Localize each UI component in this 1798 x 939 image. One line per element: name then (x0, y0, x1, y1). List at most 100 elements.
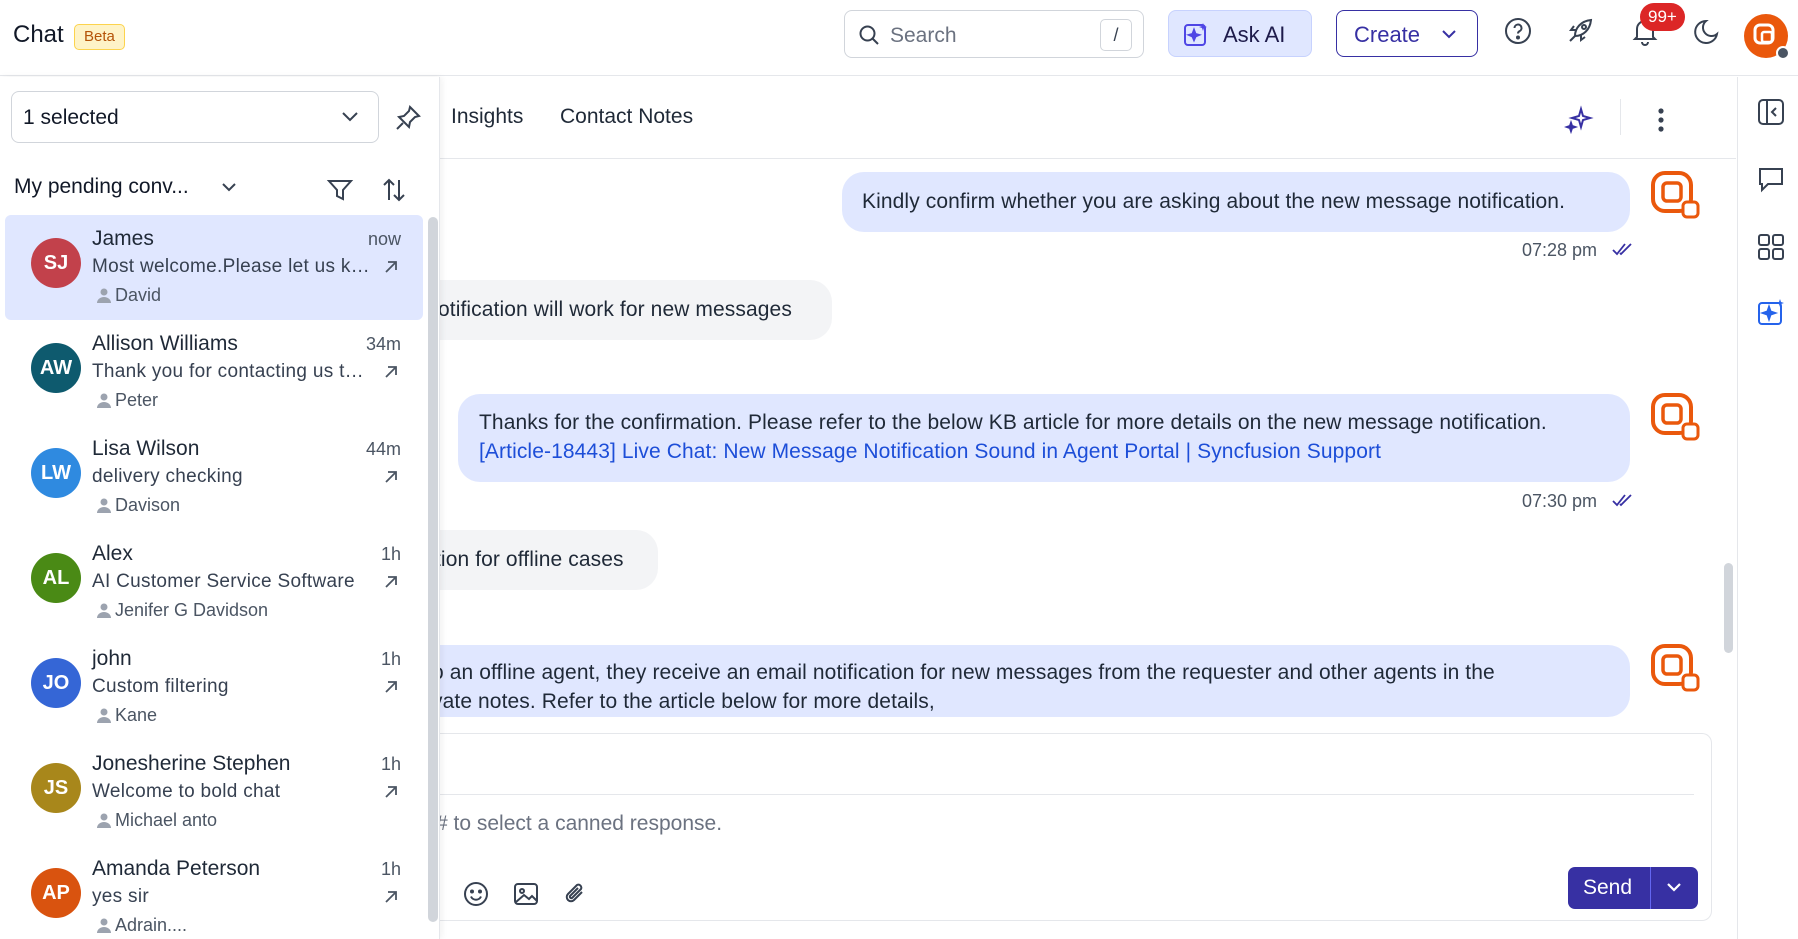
agent-name: David (115, 285, 162, 305)
conversation-preview: delivery checking (92, 466, 243, 487)
message-text: tion for offline cases (435, 548, 624, 571)
composer-input[interactable]: # to select a canned response. (436, 812, 722, 836)
conversation-time: 44m (365, 439, 401, 459)
person-icon (97, 707, 111, 723)
chat-bubble-icon[interactable] (1756, 164, 1786, 194)
send-label: Send (1583, 876, 1633, 899)
chat-scrollbar[interactable] (1724, 563, 1733, 653)
apps-grid-icon[interactable] (1756, 232, 1786, 262)
person-icon (97, 392, 111, 408)
conversation-name: Amanda Peterson (92, 857, 261, 880)
search-icon (857, 23, 881, 47)
top-bar: Chat Beta Search / Ask AI Create 99+ (0, 0, 1798, 76)
conversation-list-scrollbar[interactable] (428, 217, 438, 922)
message-text: o an offline agent, they receive an emai… (432, 661, 1495, 684)
more-options-icon[interactable] (1654, 105, 1668, 135)
message-text: Thanks for the confirmation. Please refe… (479, 411, 1547, 434)
conversation-name: Alex (92, 542, 133, 565)
conversation-list: SJ James now Most welcome.Please let us … (5, 215, 423, 939)
conversation-item[interactable]: LW Lisa Wilson 44m delivery checking Dav… (5, 425, 423, 530)
message-bubble-outgoing: o an offline agent, they receive an emai… (390, 645, 1630, 717)
search-input[interactable]: Search / (844, 10, 1144, 58)
notification-count-badge: 99+ (1640, 3, 1685, 31)
conversation-item[interactable]: JO john 1h Custom filtering Kane (5, 635, 423, 740)
filter-funnel-icon[interactable] (326, 176, 354, 204)
collapse-panel-icon[interactable] (1756, 97, 1786, 127)
conversation-preview: yes sir (92, 886, 149, 907)
avatar: JS (31, 763, 81, 813)
rocket-icon[interactable] (1565, 16, 1595, 46)
agent-name: Kane (115, 705, 158, 725)
ask-ai-button[interactable]: Ask AI (1168, 10, 1312, 57)
search-shortcut-key: / (1100, 19, 1132, 51)
assigned-agent: Kane (97, 705, 157, 726)
conversation-item[interactable]: AL Alex 1h AI Customer Service Software … (5, 530, 423, 635)
create-button[interactable]: Create (1336, 10, 1478, 57)
agent-name: Peter (115, 390, 159, 410)
person-icon (97, 602, 111, 618)
chevron-down-icon (340, 108, 360, 126)
message-bubble-outgoing: Thanks for the confirmation. Please refe… (458, 394, 1630, 482)
conversation-name: James (92, 227, 154, 250)
conversation-preview: Custom filtering (92, 676, 229, 697)
divider (1650, 867, 1651, 909)
avatar: AW (31, 343, 81, 393)
pin-icon[interactable] (394, 104, 422, 132)
right-rail (1737, 77, 1798, 939)
conversation-time: 1h (380, 544, 401, 564)
assigned-agent: Jenifer G Davidson (97, 600, 268, 621)
conversation-preview: Thank you for contacting us today (92, 361, 372, 382)
image-upload-icon[interactable] (512, 880, 540, 908)
arrow-up-right-icon (383, 259, 399, 275)
message-text: Kindly confirm whether you are asking ab… (862, 190, 1566, 213)
conversation-item[interactable]: JS Jonesherine Stephen 1h Welcome to bol… (5, 740, 423, 845)
ai-assistant-icon[interactable] (1756, 298, 1786, 328)
chevron-down-icon[interactable] (220, 180, 238, 196)
tab-insights[interactable]: Insights (451, 105, 523, 129)
message-timestamp: 07:30 pm (1522, 491, 1598, 511)
app-title: Chat (13, 21, 64, 48)
selection-label: 1 selected (23, 106, 119, 129)
assigned-agent: Michael anto (97, 810, 217, 831)
agent-avatar-icon (1650, 643, 1700, 692)
assigned-agent: Adrain.... (97, 915, 187, 936)
divider (1620, 99, 1621, 135)
conversation-filter-title[interactable]: My pending conv... (14, 175, 189, 199)
help-icon[interactable] (1503, 16, 1533, 46)
create-label: Create (1354, 22, 1421, 47)
person-icon (97, 287, 111, 303)
agent-avatar-icon (1650, 170, 1700, 219)
conversation-item[interactable]: AP Amanda Peterson 1h yes sir Adrain.... (5, 845, 423, 939)
conversation-time: now (367, 229, 401, 249)
selection-dropdown[interactable]: 1 selected (11, 91, 379, 143)
kb-article-link[interactable]: [Article-18443] Live Chat: New Message N… (479, 440, 1381, 463)
message-bubble-outgoing: Kindly confirm whether you are asking ab… (842, 172, 1630, 232)
conversation-item[interactable]: AW Allison Williams 34m Thank you for co… (5, 320, 423, 425)
user-avatar[interactable] (1744, 14, 1790, 60)
emoji-icon[interactable] (462, 880, 490, 908)
attachment-icon[interactable] (562, 880, 590, 908)
avatar: JO (31, 658, 81, 708)
conversation-name: Jonesherine Stephen (92, 752, 291, 775)
sort-icon[interactable] (380, 176, 408, 204)
chevron-down-icon[interactable] (1664, 880, 1684, 896)
agent-name: Adrain.... (115, 915, 188, 935)
person-icon (97, 812, 111, 828)
moon-icon[interactable] (1693, 16, 1723, 46)
conversation-preview: Welcome to bold chat (92, 781, 281, 802)
conversation-item[interactable]: SJ James now Most welcome.Please let us … (5, 215, 423, 320)
assigned-agent: David (97, 285, 161, 306)
avatar: SJ (31, 238, 81, 288)
send-button[interactable]: Send (1568, 867, 1698, 909)
message-text: vate notes. Refer to the article below f… (432, 690, 935, 713)
ai-assist-sparkle-icon[interactable] (1564, 104, 1594, 134)
message-timestamp: 07:28 pm (1522, 240, 1598, 260)
ask-ai-label: Ask AI (1223, 22, 1286, 47)
assigned-agent: Peter (97, 390, 158, 411)
agent-name: Davison (115, 495, 181, 515)
assigned-agent: Davison (97, 495, 180, 516)
conversation-time: 1h (380, 649, 401, 669)
arrow-up-right-icon (383, 574, 399, 590)
tab-contact-notes[interactable]: Contact Notes (560, 105, 693, 129)
conversation-time: 34m (365, 334, 401, 354)
